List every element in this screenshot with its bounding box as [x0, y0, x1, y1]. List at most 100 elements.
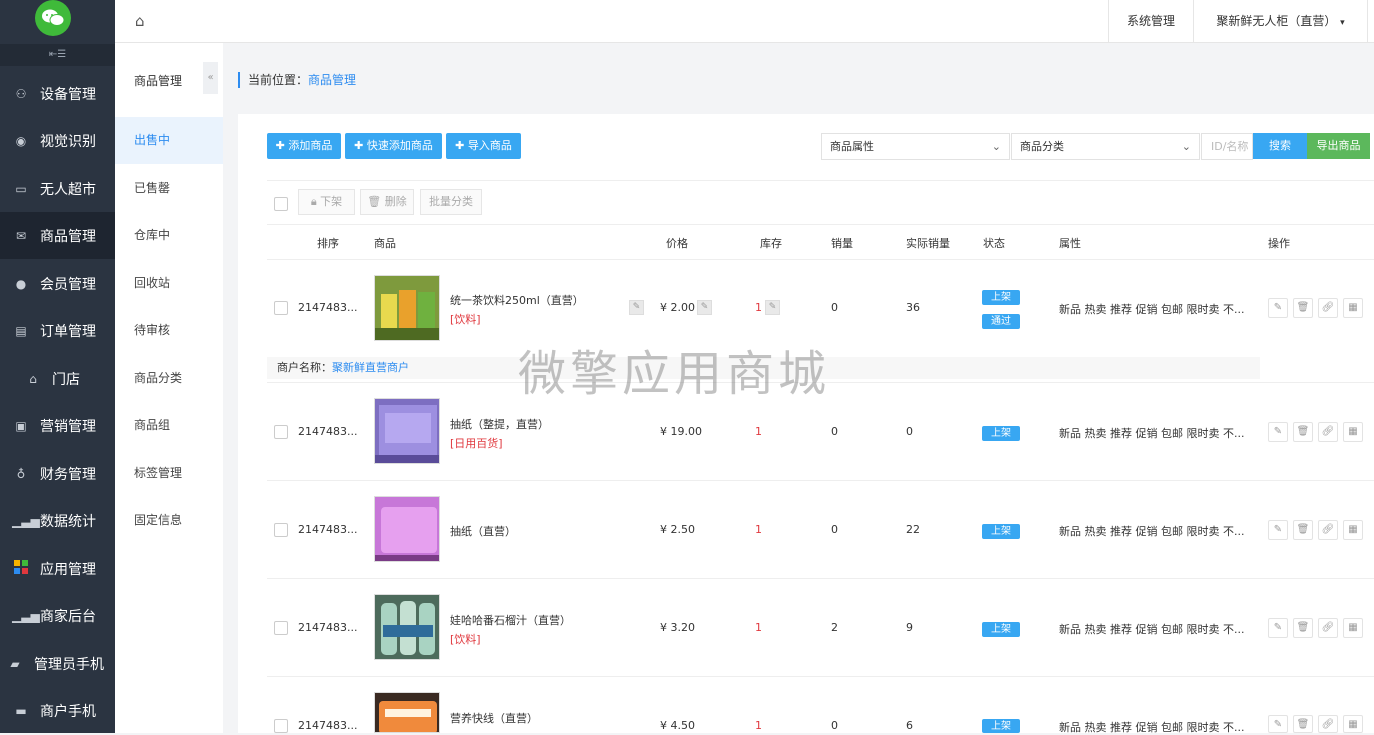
- edit-price-icon[interactable]: ✎: [697, 300, 712, 315]
- row-checkbox[interactable]: [274, 719, 288, 733]
- qrcode-icon[interactable]: ▦: [1343, 715, 1363, 733]
- header-stock: 库存: [760, 237, 782, 250]
- sidebar-item-vision[interactable]: ◉ 视觉识别: [0, 117, 115, 164]
- add-product-button[interactable]: ✚ 添加商品: [267, 133, 341, 159]
- sidebar-item-merchant-backend[interactable]: ▁▃▅ 商家后台: [0, 592, 115, 639]
- subnav-item-pending[interactable]: 待审核: [115, 307, 223, 354]
- off-shelf-button[interactable]: 🔒︎ 下架: [298, 189, 355, 215]
- link-icon[interactable]: 🔗︎: [1318, 618, 1338, 638]
- main-sidebar: ⇤☰ ⚇ 设备管理 ◉ 视觉识别 ▭ 无人超市 ✉ 商品管理 ● 会员管理 ▤ 订单管理 ⌂…: [0, 0, 115, 733]
- subnav-item-tags[interactable]: 标签管理: [115, 450, 223, 497]
- sidebar-item-marketing[interactable]: ▣ 营销管理: [0, 402, 115, 449]
- sidebar-item-label: 应用管理: [40, 561, 96, 578]
- sidebar-item-statistics[interactable]: ▁▃▅ 数据统计: [0, 497, 115, 544]
- product-name[interactable]: 抽纸（整提，直营）: [450, 416, 549, 432]
- status-badge[interactable]: 上架: [982, 524, 1020, 539]
- link-icon[interactable]: 🔗︎: [1318, 520, 1338, 540]
- subnav-item-fixed-info[interactable]: 固定信息: [115, 497, 223, 544]
- sidebar-item-supermarket[interactable]: ▭ 无人超市: [0, 165, 115, 212]
- box-icon: ✉: [15, 228, 27, 243]
- plus-icon: ✚: [275, 139, 285, 152]
- subnav-item-on-sale[interactable]: 出售中: [115, 117, 223, 164]
- product-price: ¥ 2.50: [660, 523, 695, 536]
- product-name[interactable]: 抽纸（直营）: [450, 523, 516, 539]
- edit-icon[interactable]: ✎: [1268, 618, 1288, 638]
- product-thumbnail[interactable]: [374, 398, 440, 464]
- sidebar-item-products[interactable]: ✉ 商品管理: [0, 212, 115, 259]
- qrcode-icon[interactable]: ▦: [1343, 618, 1363, 638]
- wechat-logo-icon[interactable]: [35, 0, 71, 36]
- link-icon[interactable]: 🔗︎: [1318, 298, 1338, 318]
- subnav-item-group[interactable]: 商品组: [115, 402, 223, 449]
- product-thumbnail[interactable]: [374, 275, 440, 341]
- bulk-delete-button[interactable]: 🗑︎ 删除: [360, 189, 414, 215]
- row-checkbox[interactable]: [274, 523, 288, 537]
- sidebar-item-members[interactable]: ● 会员管理: [0, 260, 115, 307]
- product-thumbnail[interactable]: [374, 594, 440, 660]
- sidebar-item-orders[interactable]: ▤ 订单管理: [0, 307, 115, 354]
- trash-icon[interactable]: 🗑︎: [1293, 422, 1313, 442]
- status-badge[interactable]: 上架: [982, 622, 1020, 637]
- subnav-item-warehouse[interactable]: 仓库中: [115, 212, 223, 259]
- product-stock: 1: [755, 719, 762, 732]
- search-input[interactable]: ID/名称: [1201, 133, 1253, 160]
- sidebar-item-device[interactable]: ⚇ 设备管理: [0, 70, 115, 117]
- export-product-button[interactable]: 导出商品: [1307, 133, 1370, 159]
- trash-icon[interactable]: 🗑︎: [1293, 520, 1313, 540]
- subnav-item-recycle[interactable]: 回收站: [115, 260, 223, 307]
- status-badge[interactable]: 上架: [982, 290, 1020, 305]
- breadcrumb-current[interactable]: 商品管理: [308, 73, 356, 87]
- quick-add-product-button[interactable]: ✚ 快速添加商品: [345, 133, 442, 159]
- edit-stock-icon[interactable]: ✎: [765, 300, 780, 315]
- subnav-item-sold-out[interactable]: 已售罄: [115, 165, 223, 212]
- product-name[interactable]: 营养快线（直营）: [450, 710, 538, 726]
- header-sort: 排序: [317, 237, 339, 250]
- status-badge[interactable]: 上架: [982, 426, 1020, 441]
- edit-icon[interactable]: ✎: [1268, 298, 1288, 318]
- subnav-collapse-button[interactable]: «: [203, 62, 218, 94]
- link-icon[interactable]: 🔗︎: [1318, 422, 1338, 442]
- select-all-checkbox[interactable]: [274, 197, 288, 211]
- row-id: 2147483...: [298, 621, 358, 634]
- product-name[interactable]: 统一茶饮料250ml（直营）: [450, 292, 584, 308]
- trash-icon[interactable]: 🗑︎: [1293, 715, 1313, 733]
- product-thumbnail[interactable]: [374, 496, 440, 562]
- row-checkbox[interactable]: [274, 301, 288, 315]
- qrcode-icon[interactable]: ▦: [1343, 520, 1363, 540]
- sidebar-collapse-button[interactable]: ⇤☰: [0, 44, 115, 66]
- row-checkbox[interactable]: [274, 425, 288, 439]
- qrcode-icon[interactable]: ▦: [1343, 422, 1363, 442]
- system-menu[interactable]: 系统管理: [1108, 0, 1193, 43]
- qrcode-icon[interactable]: ▦: [1343, 298, 1363, 318]
- sidebar-item-apps[interactable]: 应用管理: [0, 545, 115, 592]
- edit-icon[interactable]: ✎: [1268, 520, 1288, 540]
- product-name[interactable]: 娃哈哈番石榴汁（直营）: [450, 612, 571, 628]
- sidebar-item-admin-mobile[interactable]: ▰ 管理员手机: [0, 640, 115, 687]
- batch-category-button[interactable]: 批量分类: [420, 189, 482, 215]
- search-button[interactable]: 搜索: [1253, 133, 1307, 159]
- merchant-name-link[interactable]: 聚新鲜直营商户: [332, 361, 409, 374]
- product-category-select[interactable]: 商品分类 ⌄: [1011, 133, 1200, 160]
- store-switcher[interactable]: 聚新鲜无人柜（直营） ▾: [1193, 0, 1368, 43]
- edit-icon[interactable]: ✎: [1268, 422, 1288, 442]
- trash-icon[interactable]: 🗑︎: [1293, 618, 1313, 638]
- import-product-button[interactable]: ✚ 导入商品: [446, 133, 521, 159]
- sidebar-item-merchant-mobile[interactable]: ▬ 商户手机: [0, 687, 115, 734]
- header-attributes: 属性: [1059, 237, 1081, 250]
- audit-badge[interactable]: 通过: [982, 314, 1020, 329]
- edit-name-icon[interactable]: ✎: [629, 300, 644, 315]
- sidebar-item-store[interactable]: ⌂ 门店: [0, 355, 115, 402]
- sidebar-item-label: 商户手机: [40, 703, 96, 720]
- row-checkbox[interactable]: [274, 621, 288, 635]
- sidebar-item-finance[interactable]: ♁ 财务管理: [0, 450, 115, 497]
- lock-icon: 🔒︎: [310, 195, 317, 208]
- product-attribute-select[interactable]: 商品属性 ⌄: [821, 133, 1010, 160]
- home-icon[interactable]: ⌂: [135, 12, 145, 30]
- subnav-item-category[interactable]: 商品分类: [115, 355, 223, 402]
- edit-icon[interactable]: ✎: [1268, 715, 1288, 733]
- status-badge[interactable]: 上架: [982, 719, 1020, 733]
- trash-icon[interactable]: 🗑︎: [1293, 298, 1313, 318]
- product-price: ¥ 4.50: [660, 719, 695, 732]
- product-thumbnail[interactable]: [374, 692, 440, 733]
- link-icon[interactable]: 🔗︎: [1318, 715, 1338, 733]
